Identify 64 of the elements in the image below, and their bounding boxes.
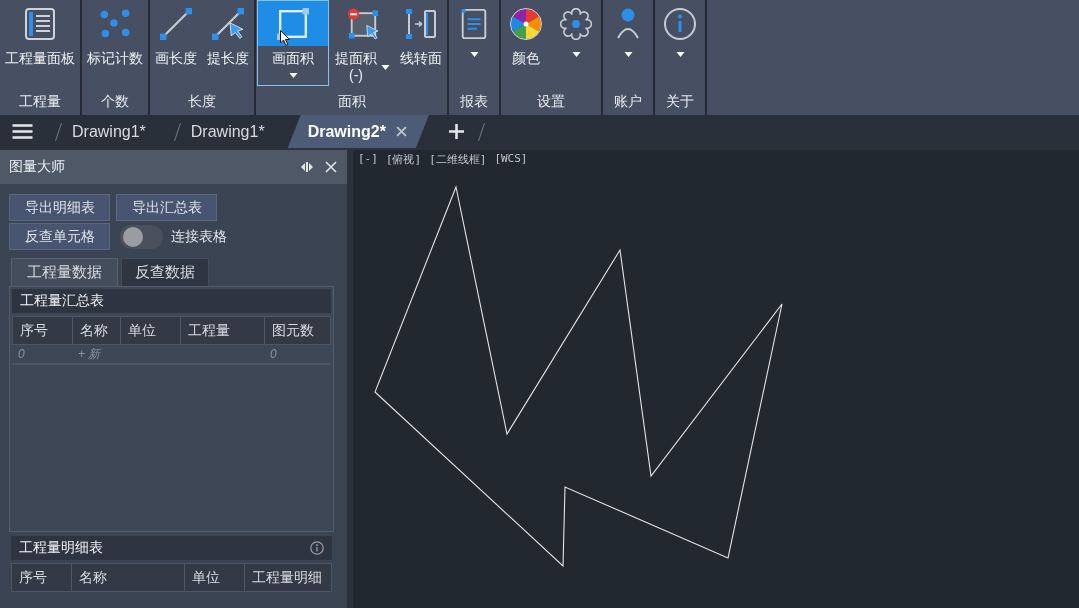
line-pointer-icon	[212, 7, 244, 40]
info-icon	[664, 7, 696, 40]
tab[interactable]: 工程量数据	[11, 258, 118, 286]
panel-button[interactable]: 反查单元格	[9, 223, 110, 250]
section-title: 工程量汇总表	[20, 292, 104, 310]
tab-separator	[477, 122, 485, 141]
tool-button[interactable]: 画长度	[151, 0, 201, 86]
tool-button[interactable]: 画面积	[257, 0, 329, 86]
dots-icon	[99, 7, 131, 40]
tab-separator	[173, 122, 181, 141]
view-control[interactable]: [WCS]	[494, 152, 528, 167]
column-header: 工程量明细	[252, 568, 322, 587]
ribbon-group-label: 个数	[100, 91, 130, 111]
panel-title: 图量大师	[9, 158, 65, 176]
tool-button[interactable]: 工程量面板	[1, 0, 79, 86]
document-tab[interactable]: Drawing1*	[190, 115, 265, 148]
view-control[interactable]: [-]	[358, 152, 378, 167]
table-cell: 0	[18, 347, 25, 361]
panel-icon	[24, 7, 56, 40]
plus-icon[interactable]	[448, 124, 464, 139]
column-header: 序号	[19, 568, 47, 587]
close-icon[interactable]	[395, 126, 407, 137]
ribbon-group-label: 面积	[336, 91, 367, 111]
document-tab[interactable]: Drawing1*	[72, 115, 146, 148]
panel-button[interactable]: 导出汇总表	[116, 194, 217, 221]
settings-icon	[560, 7, 592, 40]
tool-button[interactable]: 标记计数	[83, 0, 147, 86]
ribbon-group-label: 工程量	[18, 91, 62, 111]
tab[interactable]: 反查数据	[121, 258, 209, 286]
ribbon-group-label: 账户	[613, 91, 643, 111]
panel-button[interactable]: 导出明细表	[9, 194, 110, 221]
column-header: 名称	[79, 568, 107, 587]
mouse-pointer-icon	[280, 30, 290, 46]
menu-icon[interactable]	[12, 124, 33, 139]
table-cell: 0	[270, 347, 277, 361]
column-header: 序号	[20, 321, 48, 340]
tool-button[interactable]: 线转面	[396, 0, 446, 86]
toggle-label: 连接表格	[171, 227, 227, 246]
view-control[interactable]: [俯视]	[385, 152, 422, 167]
collapse-arrows-icon[interactable]	[301, 162, 313, 172]
column-header: 工程量	[188, 321, 230, 340]
section-title: 工程量明细表	[19, 539, 103, 557]
tool-button[interactable]: 提面积 (-)	[331, 0, 394, 86]
toggle-switch[interactable]	[120, 224, 163, 249]
column-header: 单位	[192, 568, 220, 587]
table-cell: + 新	[78, 345, 101, 363]
tab-separator	[55, 122, 62, 141]
line-icon	[160, 7, 192, 40]
view-control[interactable]: [二维线框]	[429, 152, 487, 167]
ribbon-group-label: 长度	[187, 91, 217, 111]
tool-button[interactable]: 颜色	[502, 0, 550, 86]
column-header: 图元数	[272, 321, 314, 340]
square-pointer-icon	[346, 7, 379, 40]
ribbon-group-label: 设置	[536, 91, 566, 111]
tool-button[interactable]: 提长度	[203, 0, 253, 86]
document-tab[interactable]: Drawing2*	[287, 115, 429, 148]
line-to-rectangle-icon	[405, 7, 437, 40]
column-header: 单位	[128, 321, 156, 340]
ribbon-group-label: 报表	[459, 91, 489, 111]
close-icon[interactable]	[325, 161, 337, 173]
color-wheel-icon	[510, 7, 542, 40]
column-header: 名称	[80, 321, 108, 340]
info-icon[interactable]	[310, 541, 324, 555]
ribbon-group-label: 关于	[665, 91, 695, 111]
